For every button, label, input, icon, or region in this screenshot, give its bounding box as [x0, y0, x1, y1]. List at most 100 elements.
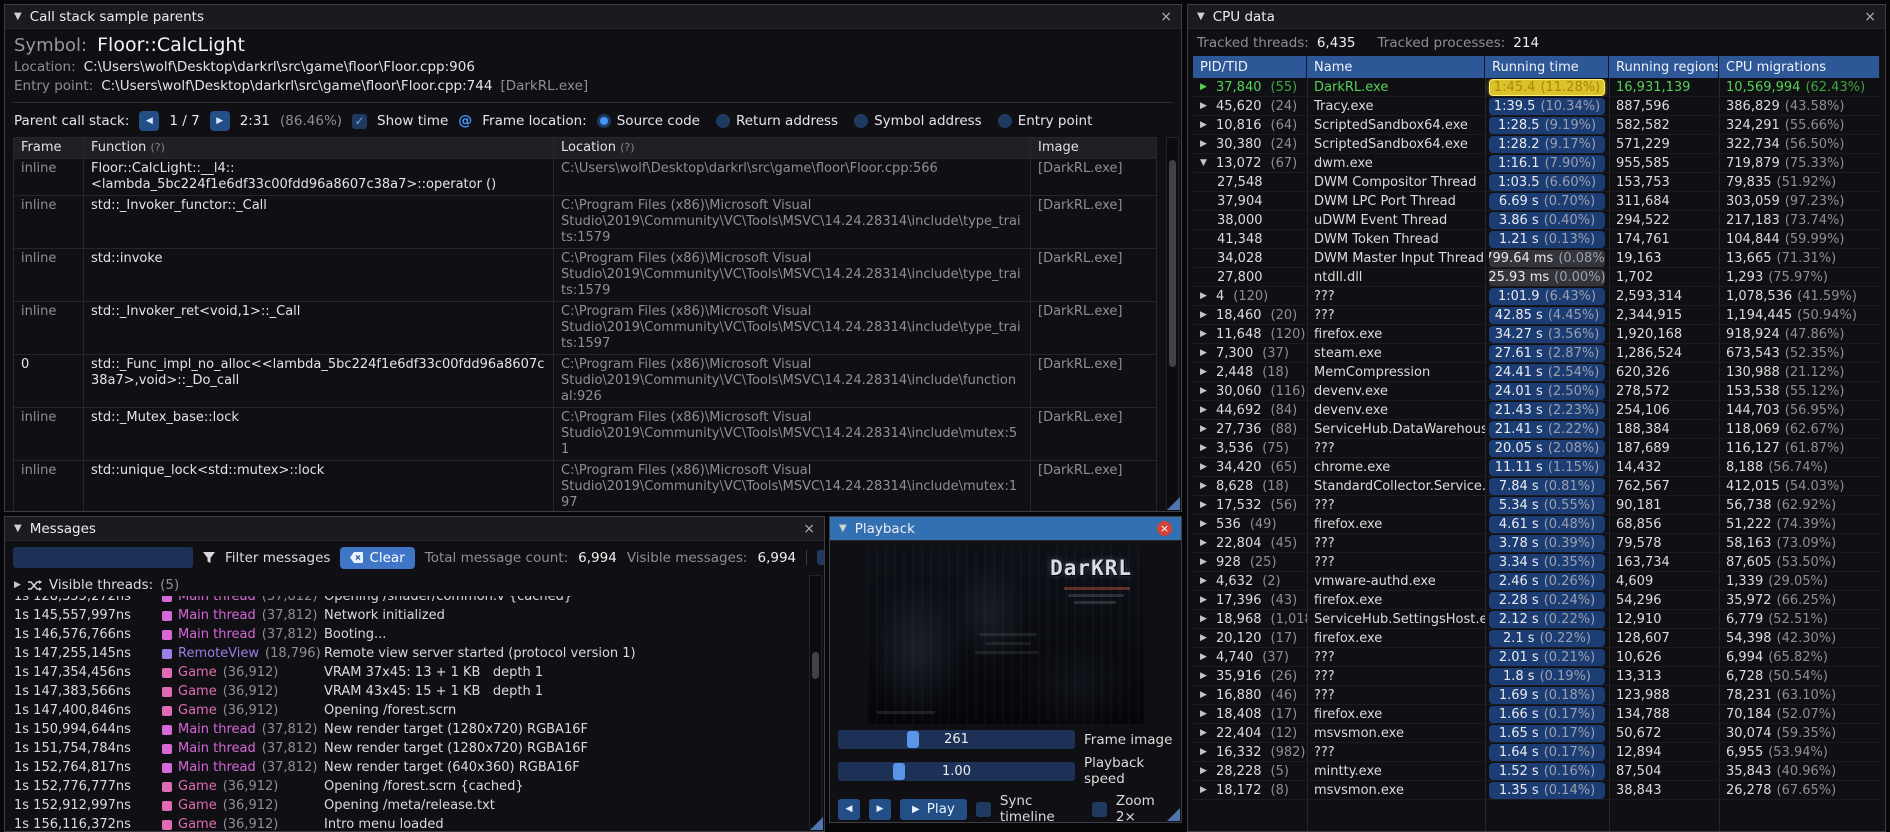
- cpu-process-row[interactable]: ▶ 35,916 (26)??? 1.8 s (0.19%) 13,313 6,728 (50…: [1193, 667, 1880, 686]
- cpu-process-row[interactable]: ▶ 4,740 (37)??? 2.01 s (0.21%) 10,626 6,994 (65…: [1193, 648, 1880, 667]
- column-header-pid-tid[interactable]: PID/TID: [1193, 56, 1307, 78]
- callstack-scrollbar[interactable]: [1166, 137, 1179, 509]
- expand-icon[interactable]: ▶: [1200, 538, 1211, 548]
- prev-frame-button[interactable]: ◀: [838, 798, 860, 820]
- callstack-frame-row[interactable]: inline std::unique_lock<std::mutex>::lock…: [13, 460, 1157, 511]
- cpu-process-row[interactable]: ▶ 4 (120)??? 1:01.9 (6.43%) 2,593,314 1,078,53…: [1193, 287, 1880, 306]
- expand-icon[interactable]: ▶: [1200, 614, 1211, 624]
- cpu-process-row[interactable]: ▶ 18,968 (1,018) ServiceHub.SettingsHost.ex…: [1193, 610, 1880, 629]
- cpu-process-row[interactable]: ▶ 28,228 (5) mintty.exe 1.52 s (0.16%) 87,504 3…: [1193, 762, 1880, 781]
- close-icon[interactable]: ×: [1160, 10, 1172, 24]
- sync-timeline-checkbox[interactable]: [975, 801, 991, 817]
- cpu-process-row[interactable]: ▶ 44,692 (84) devenv.exe 21.43 s (2.23%) 254,1…: [1193, 401, 1880, 420]
- expand-icon[interactable]: ▶: [1200, 633, 1211, 643]
- visible-threads-row[interactable]: ▶ Visible threads: (5): [5, 574, 824, 596]
- expand-icon[interactable]: ▶: [1200, 557, 1211, 567]
- column-header-running-time[interactable]: Running time: [1485, 56, 1609, 78]
- expand-icon[interactable]: ▶: [1200, 139, 1211, 149]
- expand-icon[interactable]: ▶: [1200, 120, 1211, 130]
- message-row[interactable]: 1s 145,557,997ns Main thread (37,812) Netwo…: [14, 606, 824, 625]
- message-row[interactable]: 1s 147,255,145ns RemoteView (18,796) Remote…: [14, 644, 824, 663]
- collapse-icon[interactable]: ▼: [1200, 158, 1211, 168]
- cpu-process-row[interactable]: 37,904 DWM LPC Port Thread 6.69 s (0.70%) 31…: [1193, 192, 1880, 211]
- column-header-cpu-migrations[interactable]: CPU migrations: [1719, 56, 1880, 78]
- expand-icon[interactable]: ▶: [1200, 329, 1211, 339]
- frame-image-slider[interactable]: 261: [838, 730, 1075, 749]
- message-row[interactable]: 1s 152,764,817ns Main thread (37,812) New r…: [14, 758, 824, 777]
- cpu-process-row[interactable]: ▶ 536 (49) firefox.exe 4.61 s (0.48%) 68,856 51…: [1193, 515, 1880, 534]
- callstack-frame-row[interactable]: inline Floor::CalcLight::__l4::<lambda_5b…: [13, 158, 1157, 196]
- close-icon[interactable]: ×: [1157, 521, 1172, 536]
- play-button[interactable]: ▶ Play: [900, 798, 967, 820]
- expand-icon[interactable]: ▶: [1200, 462, 1211, 472]
- cpu-process-row[interactable]: ▶ 30,060 (116) devenv.exe 24.01 s (2.50%) 278,…: [1193, 382, 1880, 401]
- radio-icon[interactable]: [997, 114, 1012, 128]
- radio-icon[interactable]: [596, 114, 611, 128]
- expand-icon[interactable]: ▶: [1200, 595, 1211, 605]
- messages-scrollbar[interactable]: [809, 575, 822, 829]
- message-row[interactable]: 1s 146,576,766ns Main thread (37,812) Booti…: [14, 625, 824, 644]
- cpu-process-row[interactable]: ▶ 16,880 (46)??? 1.69 s (0.18%) 123,988 78,231…: [1193, 686, 1880, 705]
- callstack-frame-row[interactable]: inline std::invoke C:\Program Files (x86)\…: [13, 248, 1157, 302]
- next-stack-button[interactable]: ▶: [209, 111, 230, 131]
- cpu-process-row[interactable]: ▶ 27,736 (88) ServiceHub.DataWarehouseHost.…: [1193, 420, 1880, 439]
- close-icon[interactable]: ×: [1864, 10, 1876, 24]
- expand-icon[interactable]: ▶: [1200, 728, 1211, 738]
- cpu-process-row[interactable]: 41,348 DWM Token Thread 1.21 s (0.13%) 174,7…: [1193, 230, 1880, 249]
- frame-location-option[interactable]: Entry point: [997, 113, 1092, 129]
- cpu-process-row[interactable]: ▶ 928 (25)??? 3.34 s (0.35%) 163,734 87,605 (53…: [1193, 553, 1880, 572]
- expand-icon[interactable]: ▶: [1200, 519, 1211, 529]
- cpu-process-row[interactable]: 34,028 DWM Master Input Thread 799.64 ms (0…: [1193, 249, 1880, 268]
- expand-icon[interactable]: ▶: [1200, 367, 1211, 377]
- cpu-process-row[interactable]: ▶ 18,172 (8) msvsmon.exe 1.35 s (0.14%) 38,843…: [1193, 781, 1880, 800]
- message-row[interactable]: 1s 156,116,372ns Game (36,912) Intro menu l…: [14, 815, 824, 831]
- cpu-process-row[interactable]: 27,548 DWM Compositor Thread 1:03.5 (6.60%)…: [1193, 173, 1880, 192]
- cpu-process-row[interactable]: ▶ 22,404 (12) msvsmon.exe 1.65 s (0.17%) 50,67…: [1193, 724, 1880, 743]
- expand-icon[interactable]: ▶: [1200, 424, 1211, 434]
- messages-option-checkbox[interactable]: [817, 550, 824, 565]
- expand-icon[interactable]: ▶: [1200, 766, 1211, 776]
- message-row[interactable]: 1s 147,383,566ns Game (36,912) VRAM 43x45: …: [14, 682, 824, 701]
- next-frame-button[interactable]: ▶: [869, 798, 891, 820]
- collapse-icon[interactable]: ▼: [1197, 11, 1205, 22]
- cpu-process-row[interactable]: ▶ 10,816 (64) ScriptedSandbox64.exe 1:28.5 (9…: [1193, 116, 1880, 135]
- resize-grip[interactable]: [810, 817, 823, 830]
- cpu-process-row[interactable]: ▶ 30,380 (24) ScriptedSandbox64.exe 1:28.2 (9…: [1193, 135, 1880, 154]
- expand-icon[interactable]: ▶: [1200, 652, 1211, 662]
- expand-icon[interactable]: ▶: [1200, 709, 1211, 719]
- expand-icon[interactable]: ▶: [1200, 671, 1211, 681]
- cpu-process-row[interactable]: 38,000 uDWM Event Thread 3.86 s (0.40%) 294,…: [1193, 211, 1880, 230]
- cpu-process-row[interactable]: ▶ 16,332 (982)??? 1.64 s (0.17%) 12,894 6,955(…: [1193, 743, 1880, 762]
- callstack-frame-row[interactable]: inline std::_Invoker_ret<void,1>::_Call C:…: [13, 301, 1157, 355]
- message-row[interactable]: 1s 152,776,777ns Game (36,912) Opening /for…: [14, 777, 824, 796]
- expand-icon[interactable]: ▶: [14, 580, 21, 590]
- expand-icon[interactable]: ▶: [1200, 500, 1211, 510]
- show-time-checkbox[interactable]: ✓: [352, 113, 368, 129]
- cpu-process-row[interactable]: ▶ 18,460 (20)??? 42.85 s (4.45%) 2,344,915 1,1…: [1193, 306, 1880, 325]
- collapse-icon[interactable]: ▼: [839, 523, 847, 534]
- message-row[interactable]: 1s 128,355,272ns Main thread (37,812) Openi…: [14, 596, 824, 606]
- cpu-process-row[interactable]: ▶ 22,804 (45)??? 3.78 s (0.39%) 79,578 58,163(…: [1193, 534, 1880, 553]
- expand-icon[interactable]: ▶: [1200, 291, 1211, 301]
- cpu-process-row[interactable]: ▶ 17,532 (56)??? 5.34 s (0.55%) 90,181 56,738(…: [1193, 496, 1880, 515]
- message-row[interactable]: 1s 151,754,784ns Main thread (37,812) New r…: [14, 739, 824, 758]
- expand-icon[interactable]: ▶: [1200, 405, 1211, 415]
- callstack-frame-row[interactable]: inline std::_Mutex_base::lock C:\Program F…: [13, 407, 1157, 461]
- message-row[interactable]: 1s 147,354,456ns Game (36,912) VRAM 37x45: …: [14, 663, 824, 682]
- expand-icon[interactable]: ▶: [1200, 747, 1211, 757]
- expand-icon[interactable]: ▶: [1200, 348, 1211, 358]
- cpu-process-row[interactable]: ▶8,628(18)StandardCollector.Service.exe7…: [1193, 477, 1880, 496]
- column-header-name[interactable]: Name: [1307, 56, 1485, 78]
- expand-icon[interactable]: ▶: [1200, 443, 1211, 453]
- cpu-process-row[interactable]: ▶ 37,840 (55) DarkRL.exe 1:45.4 (11.28%) 16,93…: [1193, 78, 1880, 97]
- cpu-process-row[interactable]: ▶ 18,408 (17) firefox.exe 1.66 s (0.17%) 134,7…: [1193, 705, 1880, 724]
- cpu-process-row[interactable]: ▶ 20,120 (17) firefox.exe 2.1 s (0.22%) 128,60…: [1193, 629, 1880, 648]
- expand-icon[interactable]: ▶: [1200, 101, 1211, 111]
- scrollbar-thumb[interactable]: [812, 651, 819, 680]
- cpu-process-row[interactable]: ▶ 11,648 (120) firefox.exe 34.27 s (3.56%) 1,9…: [1193, 325, 1880, 344]
- frame-location-option[interactable]: Source code: [596, 113, 700, 129]
- close-icon[interactable]: ×: [803, 522, 815, 536]
- zoom-checkbox[interactable]: [1091, 801, 1107, 817]
- callstack-frame-row[interactable]: inline std::_Invoker_functor::_Call C:\Pro…: [13, 195, 1157, 249]
- frame-image[interactable]: DarKRL: [867, 547, 1144, 724]
